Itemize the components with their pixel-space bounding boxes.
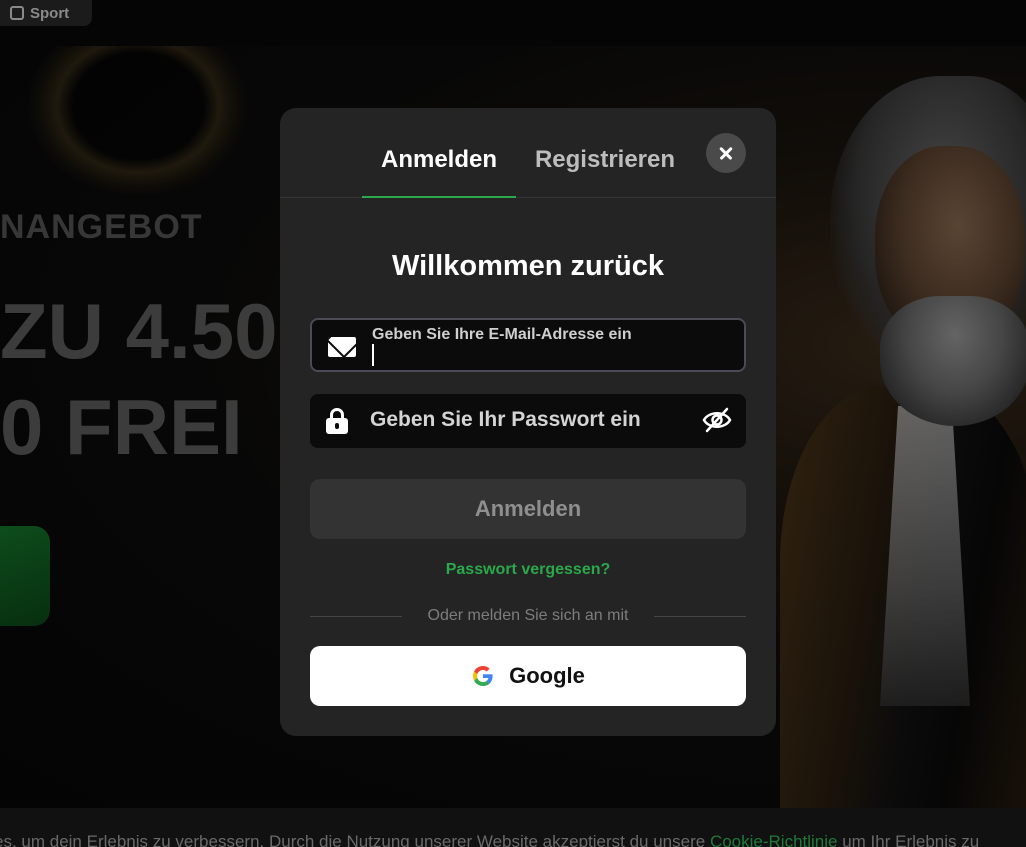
password-placeholder: Geben Sie Ihr Passwort ein — [370, 408, 641, 431]
mail-icon — [328, 337, 356, 357]
tab-register[interactable]: Registrieren — [526, 146, 684, 198]
eye-off-icon[interactable] — [702, 406, 732, 434]
lock-icon — [326, 408, 348, 434]
forgot-password-link[interactable]: Passwort vergessen? — [280, 561, 776, 579]
social-login-divider: Oder melden Sie sich an mit — [310, 606, 746, 626]
cookie-text: es, um dein Erlebnis zu verbessern. Durc… — [0, 832, 710, 847]
grid-icon — [10, 6, 24, 20]
auth-tabs: Anmelden Registrieren — [280, 108, 776, 198]
google-login-button[interactable]: Google — [310, 646, 746, 706]
close-icon[interactable] — [706, 133, 746, 173]
tab-login[interactable]: Anmelden — [362, 146, 516, 198]
email-placeholder: Geben Sie Ihre E-Mail-Adresse ein — [372, 326, 632, 343]
cookie-banner: es, um dein Erlebnis zu verbessern. Durc… — [0, 808, 1026, 847]
cookie-text-tail: um Ihr Erlebnis zu — [837, 832, 980, 847]
nav-tab-sport-label: Sport — [30, 4, 70, 22]
google-icon — [473, 666, 493, 686]
login-button[interactable]: Anmelden — [310, 479, 746, 539]
password-field[interactable]: Geben Sie Ihr Passwort ein — [310, 394, 746, 448]
login-modal: Anmelden Registrieren Willkommen zurück … — [280, 108, 776, 736]
nav-tab-sport[interactable]: Sport — [0, 0, 92, 26]
google-button-label: Google — [509, 663, 585, 688]
cookie-policy-link[interactable]: Cookie-Richtlinie — [710, 832, 838, 847]
top-bar: Sport — [0, 0, 1026, 46]
text-caret — [372, 344, 374, 366]
email-field[interactable]: Geben Sie Ihre E-Mail-Adresse ein — [310, 318, 746, 372]
welcome-title: Willkommen zurück — [391, 250, 665, 282]
